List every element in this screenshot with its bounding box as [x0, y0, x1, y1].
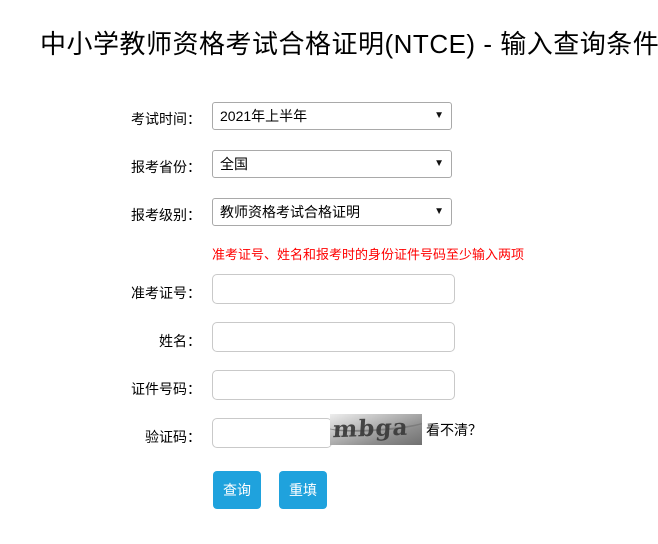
- form-row-captcha: 验证码：: [0, 414, 658, 462]
- select-province-value: 全国: [220, 156, 248, 172]
- input-id-number[interactable]: [212, 370, 455, 400]
- select-exam-time[interactable]: 2021年上半年 ▼: [212, 102, 452, 130]
- form-actions: 查询 重填: [0, 471, 658, 511]
- captcha-text: mbga: [332, 415, 409, 444]
- form-row-id-number: 证件号码：: [0, 366, 658, 414]
- chevron-down-icon: ▼: [434, 103, 444, 129]
- refresh-captcha-link[interactable]: 看不清？: [426, 420, 482, 440]
- validation-notice: 准考证号、姓名和报考时的身份证件号码至少输入两项: [212, 246, 524, 264]
- query-form: 考试时间： 2021年上半年 ▼ 报考省份： 全国 ▼ 报考级别： 教师资格考试…: [0, 96, 658, 462]
- form-row-admission-ticket: 准考证号：: [0, 270, 658, 318]
- label-exam-time: 考试时间：: [0, 108, 201, 130]
- label-admission-ticket: 准考证号：: [0, 282, 201, 304]
- label-province: 报考省份：: [0, 156, 201, 178]
- query-button[interactable]: 查询: [213, 471, 261, 509]
- form-row-full-name: 姓名：: [0, 318, 658, 366]
- label-level: 报考级别：: [0, 204, 201, 226]
- select-exam-time-value: 2021年上半年: [220, 108, 307, 124]
- input-full-name[interactable]: [212, 322, 455, 352]
- select-level-value: 教师资格考试合格证明: [220, 204, 360, 220]
- chevron-down-icon: ▼: [434, 199, 444, 225]
- label-id-number: 证件号码：: [0, 378, 201, 400]
- notice-row: 准考证号、姓名和报考时的身份证件号码至少输入两项: [0, 240, 658, 270]
- form-row-level: 报考级别： 教师资格考试合格证明 ▼: [0, 192, 658, 240]
- label-full-name: 姓名：: [0, 330, 201, 352]
- select-province[interactable]: 全国 ▼: [212, 150, 452, 178]
- input-captcha[interactable]: [212, 418, 332, 448]
- chevron-down-icon: ▼: [434, 151, 444, 177]
- input-admission-ticket[interactable]: [212, 274, 455, 304]
- captcha-image[interactable]: mbga: [330, 414, 422, 445]
- form-row-exam-time: 考试时间： 2021年上半年 ▼: [0, 96, 658, 144]
- select-level[interactable]: 教师资格考试合格证明 ▼: [212, 198, 452, 226]
- reset-button[interactable]: 重填: [279, 471, 327, 509]
- label-captcha: 验证码：: [0, 426, 201, 448]
- form-row-province: 报考省份： 全国 ▼: [0, 144, 658, 192]
- page-title: 中小学教师资格考试合格证明(NTCE) - 输入查询条件: [40, 27, 658, 61]
